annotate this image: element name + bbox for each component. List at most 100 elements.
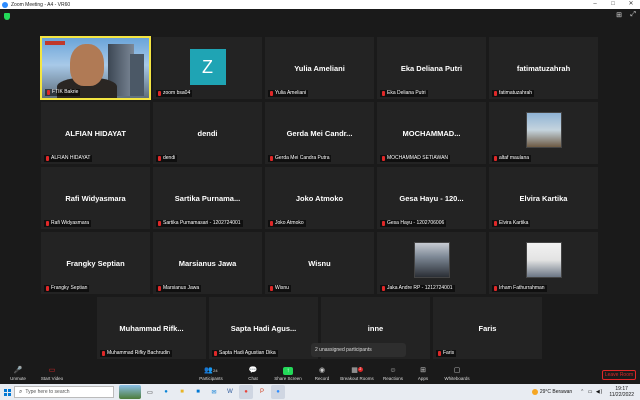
zoom-taskbar-icon[interactable]: ● xyxy=(271,385,285,399)
participant-name-label: Rafi Widyasmara xyxy=(44,220,92,227)
participant-tile[interactable]: Wisnu Wisnu xyxy=(264,231,375,295)
window-titlebar: Zoom Meeting - A4 - VR60 – □ ✕ xyxy=(0,0,640,9)
participant-tile[interactable]: Sapta Hadi Agus... Sapta Hadi Agustian Di… xyxy=(208,296,319,360)
minimize-button[interactable]: – xyxy=(586,0,604,9)
file-explorer-icon[interactable]: ■ xyxy=(175,385,189,399)
tray-icons[interactable]: ⌃ ▭ ◀) xyxy=(580,389,603,395)
microphone-muted-icon xyxy=(158,286,161,291)
participant-tile[interactable]: Faris Faris xyxy=(432,296,543,360)
window-controls: – □ ✕ xyxy=(586,0,640,9)
participant-display-name: ALFIAN HIDAYAT xyxy=(65,129,126,139)
security-shield-icon[interactable] xyxy=(4,13,10,20)
meeting-toolbar: 🎤 Unmute ▭ Start Video 👥24 Participants … xyxy=(0,365,640,384)
close-window-button[interactable]: ✕ xyxy=(622,0,640,9)
participant-tile[interactable]: Irham Fathurrahman xyxy=(488,231,599,295)
participant-tile[interactable]: Zzoom bsa04 xyxy=(152,36,263,100)
chrome-icon[interactable]: ● xyxy=(239,385,253,399)
participant-tile[interactable]: MOCHAMMAD... MOCHAMMAD SETIAWAN xyxy=(376,101,487,165)
microphone-muted-icon xyxy=(270,286,273,291)
microphone-muted-icon: 🎤 xyxy=(13,367,23,374)
record-button[interactable]: ◉ Record xyxy=(312,365,332,384)
participant-name-label: altaf maulana xyxy=(492,155,532,162)
maximize-button[interactable]: □ xyxy=(604,0,622,9)
share-screen-button[interactable]: ↑ Share Screen xyxy=(272,365,304,384)
mail-icon[interactable]: ✉ xyxy=(207,385,221,399)
participant-tile[interactable]: Joko Atmoko Joko Atmoko xyxy=(264,166,375,230)
view-layout-icon[interactable]: ⊞ xyxy=(616,11,622,19)
unassigned-participants-popup[interactable]: 2 unassigned participants xyxy=(311,343,406,357)
participant-tile[interactable]: FTIK Bakrie xyxy=(40,36,151,100)
participant-tile[interactable]: Eka Deliana Putri Eka Deliana Putri xyxy=(376,36,487,100)
participant-name-label: Jaka Andre RP - 1212724001 xyxy=(380,285,455,292)
participant-display-name: fatimatuzahrah xyxy=(516,64,571,74)
weather-sun-icon xyxy=(531,389,538,395)
fullscreen-icon[interactable]: ⤢ xyxy=(630,11,636,19)
microphone-muted-icon xyxy=(158,156,161,161)
participant-tile[interactable]: Rafi Widyasmara Rafi Widyasmara xyxy=(40,166,151,230)
apps-button[interactable]: ⊞ Apps xyxy=(414,365,432,384)
participants-icon: 👥24 xyxy=(204,367,218,374)
participant-display-name: Eka Deliana Putri xyxy=(400,64,463,74)
word-icon[interactable]: W xyxy=(223,385,237,399)
microphone-muted-icon xyxy=(382,156,385,161)
taskbar-apps: ▭ ● ■ ■ ✉ W ● P ● xyxy=(118,385,286,399)
zoom-app-icon xyxy=(2,1,8,8)
participant-tile[interactable]: Yulia Ameliani Yulia Ameliani xyxy=(264,36,375,100)
participant-name-label: Sartika Purnamasari - 1202724001 xyxy=(156,220,243,227)
participant-tile[interactable]: Sartika Purnama... Sartika Purnamasari - … xyxy=(152,166,263,230)
microphone-muted-icon xyxy=(270,221,273,226)
chat-icon: 💬 xyxy=(248,367,258,374)
windows-start-icon[interactable] xyxy=(0,384,14,400)
landscape-widget-icon[interactable] xyxy=(119,385,141,399)
taskbar-clock[interactable]: 19:17 11/22/2022 xyxy=(609,386,634,398)
participant-tile[interactable]: Elvira Kartika Elvira Kartika xyxy=(488,166,599,230)
leave-room-button[interactable]: Leave Room xyxy=(602,370,636,380)
participant-display-name: Marsianus Jawa xyxy=(178,259,237,269)
participant-tile[interactable]: fatimatuzahrah fatimatuzahrah xyxy=(488,36,599,100)
microphone-muted-icon xyxy=(438,351,441,356)
participant-name-label: fatimatuzahrah xyxy=(492,90,535,97)
breakout-rooms-button[interactable]: ▦ 2 Breakout Rooms xyxy=(338,365,376,384)
meeting-canvas: ⊞ ⤢ FTIK Bakrie Zzoom bsa04 Yulia Ameliani… xyxy=(0,9,640,365)
participant-tile[interactable]: Jaka Andre RP - 1212724001 xyxy=(376,231,487,295)
participant-display-name: dendi xyxy=(197,129,218,139)
chat-button[interactable]: 💬 Chat xyxy=(243,365,263,384)
microphone-muted-icon xyxy=(102,351,105,356)
apps-icon: ⊞ xyxy=(420,367,426,374)
share-screen-icon: ↑ xyxy=(283,367,293,375)
participant-tile[interactable]: Marsianus Jawa Marsianus Jawa xyxy=(152,231,263,295)
participant-name-label: FTIK Bakrie xyxy=(45,89,81,96)
unmute-button[interactable]: 🎤 Unmute xyxy=(6,365,30,384)
edge-icon[interactable]: ● xyxy=(159,385,173,399)
avatar: Z xyxy=(189,49,226,85)
powerpoint-icon[interactable]: P xyxy=(255,385,269,399)
participant-tile[interactable]: Frangky Septian Frangky Septian xyxy=(40,231,151,295)
reactions-button[interactable]: ☺ Reactions xyxy=(380,365,406,384)
participant-name-label: Elvira Kartika xyxy=(492,220,531,227)
participant-name-label: Gesa Hayu - 1202706006 xyxy=(380,220,447,227)
participant-tile[interactable]: Gerda Mei Candr... Gerda Mei Candra Putra xyxy=(264,101,375,165)
participant-name-label: Joko Atmoko xyxy=(268,220,306,227)
search-icon: ⌕ xyxy=(19,388,23,395)
microphone-muted-icon xyxy=(270,156,273,161)
participant-display-name: Elvira Kartika xyxy=(519,194,568,204)
windows-taskbar: ⌕ Type here to search ▭ ● ■ ■ ✉ W ● P ● … xyxy=(0,384,640,400)
whiteboards-button[interactable]: ▢ Whiteboards xyxy=(441,365,473,384)
participant-display-name: Gesa Hayu - 120... xyxy=(399,194,464,204)
profile-photo xyxy=(525,242,562,278)
participant-name-label: Muhammad Rifky Bachrudin xyxy=(100,350,172,357)
participant-tile[interactable]: altaf maulana xyxy=(488,101,599,165)
taskbar-search-input[interactable]: ⌕ Type here to search xyxy=(14,386,114,398)
participant-tile[interactable]: Muhammad Rifk... Muhammad Rifky Bachrudin xyxy=(96,296,207,360)
weather-widget[interactable]: 29°C Berawan xyxy=(531,389,572,395)
participants-button[interactable]: 👥24 Participants xyxy=(196,365,226,384)
store-icon[interactable]: ■ xyxy=(191,385,205,399)
task-view-icon[interactable]: ▭ xyxy=(143,385,157,399)
participant-name-label: Irham Fathurrahman xyxy=(492,285,547,292)
participant-tile[interactable]: Gesa Hayu - 120... Gesa Hayu - 1202706006 xyxy=(376,166,487,230)
participant-tile[interactable]: ALFIAN HIDAYAT ALFIAN HIDAYAT xyxy=(40,101,151,165)
microphone-muted-icon xyxy=(382,221,385,226)
participant-tile[interactable]: dendi dendi xyxy=(152,101,263,165)
start-video-button[interactable]: ▭ Start Video xyxy=(38,365,66,384)
participant-name-label: Marsianus Jawa xyxy=(156,285,202,292)
